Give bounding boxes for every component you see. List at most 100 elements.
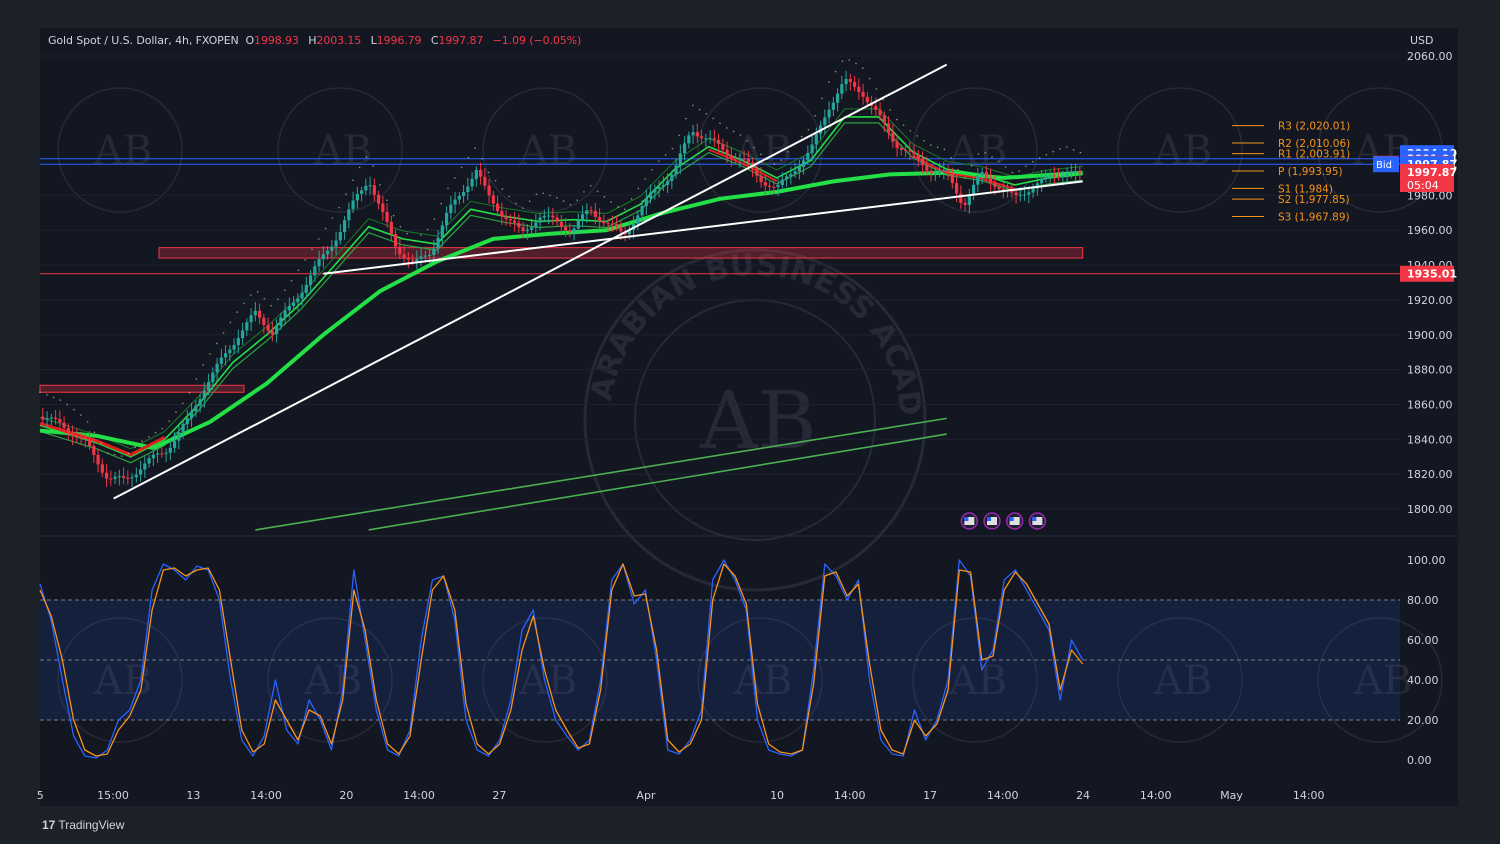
candle-down	[270, 330, 274, 335]
pivot-label: S2 (1,977.85)	[1278, 194, 1350, 206]
candle-down	[767, 185, 772, 188]
envelope-dot	[127, 452, 130, 455]
candle-up	[665, 180, 670, 186]
envelope-dot	[834, 70, 837, 73]
candle-down	[92, 446, 96, 455]
envelope-dot	[270, 304, 273, 307]
candle-up	[245, 322, 249, 331]
envelope-dot	[909, 129, 912, 132]
envelope-dot	[216, 342, 218, 345]
envelope-dot	[569, 203, 572, 206]
envelope-dot	[896, 118, 898, 121]
candle-up	[776, 185, 780, 188]
envelope-dot	[800, 135, 803, 138]
candle-up	[236, 338, 240, 345]
candle-up	[240, 330, 245, 339]
candle-up	[937, 170, 942, 173]
candle-up	[844, 79, 848, 85]
candle-down	[589, 210, 593, 212]
candle-down	[257, 310, 262, 318]
candle-up	[206, 382, 211, 391]
candle-up	[1073, 171, 1078, 173]
envelope-dot	[583, 191, 585, 193]
candle-up	[657, 186, 661, 190]
envelope-dot	[222, 332, 225, 334]
chart-canvas[interactable]: AB AB AB AB AB AB ABAB AB AB AB AB AB ABABARABIAN BU…	[0, 0, 1500, 844]
watermark-monogram: AB	[313, 128, 372, 174]
envelope-dot	[379, 184, 381, 186]
candle-down	[500, 211, 504, 217]
candle-up	[351, 200, 355, 210]
candle-up	[300, 292, 304, 299]
low-label: L	[370, 34, 377, 47]
price-tick-label: 2060.00	[1407, 50, 1453, 63]
candle-down	[83, 437, 87, 440]
envelope-dot	[134, 446, 136, 449]
envelope-dot	[365, 156, 368, 158]
symbol-title[interactable]: Gold Spot / U.S. Dollar, 4h, FXOPEN	[48, 34, 239, 47]
pivot-label: P (1,993.95)	[1278, 166, 1343, 178]
candle-up	[542, 215, 546, 218]
currency-label: USD	[1410, 34, 1434, 47]
candle-up	[138, 469, 143, 475]
time-tick-label: Apr	[636, 789, 656, 802]
envelope-dot	[440, 202, 443, 205]
envelope-dot	[957, 168, 959, 171]
time-tick-label: 27	[492, 789, 506, 802]
candle-down	[389, 221, 393, 235]
candle-down	[963, 202, 967, 205]
envelope-dot	[161, 427, 164, 430]
envelope-dot	[39, 391, 41, 394]
candle-down	[87, 439, 92, 447]
envelope-dot	[998, 160, 1000, 163]
envelope-dot	[406, 232, 409, 235]
envelope-dot	[603, 196, 606, 198]
candle-up	[432, 248, 436, 255]
candle-up	[474, 170, 478, 179]
candle-up	[453, 199, 457, 205]
envelope-dot	[263, 297, 266, 300]
tradingview-brand[interactable]: 17 TradingView	[42, 818, 124, 832]
envelope-dot	[73, 408, 75, 411]
price-tick-label: 1800.00	[1407, 503, 1453, 516]
candle-down	[512, 220, 517, 223]
envelope-dot	[862, 67, 864, 69]
candle-up	[423, 255, 427, 257]
open-value: 1998.93	[254, 34, 299, 47]
channel-line	[368, 433, 947, 531]
candle-down	[376, 194, 381, 204]
candle-up	[835, 93, 840, 103]
envelope-dot	[644, 178, 646, 180]
flag-icon-canton	[1032, 517, 1037, 521]
envelope-dot	[630, 198, 633, 200]
time-tick-label: May	[1220, 789, 1243, 802]
price-tag-countdown: 05:04	[1407, 179, 1439, 192]
candle-down	[619, 226, 623, 232]
candle-down	[126, 477, 130, 479]
envelope-dot	[488, 171, 490, 174]
candle-down	[551, 215, 555, 218]
candle-down	[861, 91, 865, 97]
envelope-dot	[576, 199, 578, 202]
envelope-dot	[250, 294, 252, 296]
envelope-dot	[182, 402, 184, 405]
candle-up	[215, 363, 219, 373]
candle-up	[529, 227, 534, 230]
envelope-dot	[229, 321, 232, 324]
candle-up	[279, 317, 283, 326]
envelope-dot	[1052, 150, 1054, 153]
candle-down	[895, 141, 899, 149]
envelope-dot	[617, 206, 619, 208]
candle-up	[449, 204, 453, 214]
envelope-dot	[447, 187, 449, 190]
envelope-dot	[86, 421, 89, 423]
candle-down	[712, 138, 716, 140]
envelope-dot	[399, 225, 402, 228]
candle-up	[211, 372, 215, 383]
candle-down	[410, 259, 415, 262]
candle-down	[886, 123, 891, 133]
candle-up	[287, 305, 291, 311]
candle-up	[308, 275, 313, 285]
envelope-dot	[664, 154, 667, 156]
candle-up	[670, 174, 674, 181]
